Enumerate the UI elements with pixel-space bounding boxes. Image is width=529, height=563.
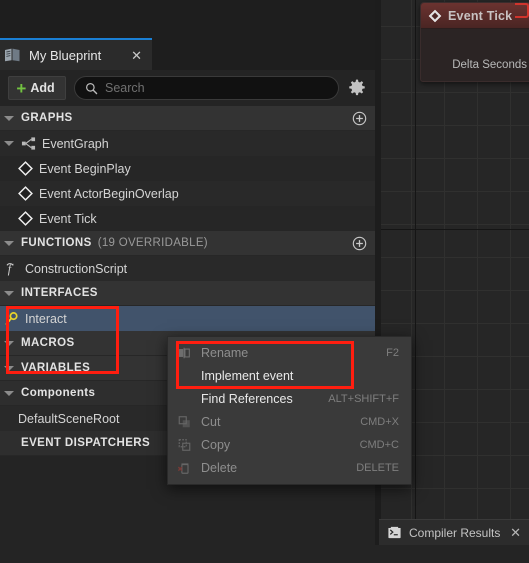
menu-item-implement-event[interactable]: Implement event [168,364,411,387]
event-tick-node-title: Event Tick [448,8,513,23]
chevron-down-icon[interactable] [4,390,14,396]
tree-item-label: DefaultSceneRoot [18,411,120,426]
menu-item-label: Delete [201,460,238,475]
section-title: GRAPHS [21,112,73,124]
chevron-down-icon[interactable] [4,365,14,371]
chevron-down-icon[interactable] [4,240,14,246]
tree-item-label: Event BeginPlay [39,161,131,176]
chevron-down-icon[interactable] [4,115,14,121]
panel-tabstrip: My Blueprint ✕ [0,38,375,70]
blueprint-editor-screen: Event Tick Delta Seconds Compiler Result… [0,0,529,563]
menu-item-label: Find References [201,391,293,406]
tree-item-label: Event Tick [39,211,97,226]
chevron-down-icon[interactable] [4,340,14,346]
add-button[interactable]: + Add [8,76,66,100]
section-subtitle: (19 OVERRIDABLE) [97,237,208,249]
search-icon [86,82,98,94]
event-diamond-icon [428,9,442,22]
add-button-label: Add [30,81,55,95]
menu-item-shortcut: DELETE [356,461,399,474]
menu-item-label: Implement event [201,368,294,383]
tree-item-label: ConstructionScript [25,261,128,276]
compiler-results-close-icon[interactable]: ✕ [510,526,521,539]
search-placeholder: Search [105,81,145,95]
menu-item-label: Cut [201,414,221,429]
copy-icon [178,438,191,451]
section-title: VARIABLES [21,362,91,374]
graph-origin-vertical-line [415,0,416,563]
rename-icon [178,347,190,358]
event-tick-node[interactable]: Event Tick Delta Seconds [420,2,529,82]
menu-item-shortcut: CMD+C [359,438,399,451]
section-header-interfaces[interactable]: INTERFACES [0,281,375,306]
menu-item-shortcut: F2 [386,346,399,359]
tree-item-label: EventGraph [42,136,109,151]
tree-item-event-beginplay[interactable]: Event BeginPlay [0,156,375,181]
menu-item-label: Rename [201,345,249,360]
blueprint-book-icon [5,48,20,62]
event-node-icon [18,211,33,226]
menu-item-copy: Copy CMD+C [168,433,411,456]
event-graph-icon [21,137,36,150]
compiler-results-body [375,545,529,563]
chevron-down-icon[interactable] [4,141,14,146]
menu-item-rename: Rename F2 [168,341,411,364]
tree-item-interact[interactable]: Interact [0,306,375,331]
tree-item-event-actorbeginoverlap[interactable]: Event ActorBeginOverlap [0,181,375,206]
event-tick-node-header: Event Tick [421,3,529,29]
function-icon: f [6,262,14,276]
graph-origin-horizontal-line [381,229,529,230]
tab-my-blueprint[interactable]: My Blueprint ✕ [0,38,152,70]
interface-icon [5,312,18,325]
menu-item-find-references[interactable]: Find References ALT+SHIFT+F [168,387,411,410]
section-title: INTERFACES [21,287,98,299]
search-input[interactable]: Search [74,76,339,100]
panel-top-strip [0,0,375,38]
menu-item-delete: Delete DELETE [168,456,411,479]
cut-icon [178,415,190,427]
tab-my-blueprint-label: My Blueprint [29,47,102,63]
tab-compiler-results[interactable]: Compiler Results ✕ [379,519,529,545]
delta-seconds-label: Delta Seconds [452,59,527,71]
event-tick-node-body: Delta Seconds [421,29,529,81]
delta-seconds-pin-row: Delta Seconds [421,59,529,71]
tree-item-constructionscript[interactable]: f ConstructionScript [0,256,375,281]
section-header-functions[interactable]: FUNCTIONS (19 OVERRIDABLE) [0,231,375,256]
section-header-graphs[interactable]: GRAPHS [0,106,375,131]
menu-item-cut: Cut CMD+X [168,410,411,433]
section-title: FUNCTIONS [21,237,92,249]
gear-icon[interactable] [347,78,367,98]
section-title: Components [21,387,96,399]
tree-item-event-tick[interactable]: Event Tick [0,206,375,231]
menu-item-shortcut: CMD+X [360,415,399,428]
event-node-icon [18,161,33,176]
menu-item-label: Copy [201,437,231,452]
chevron-down-icon[interactable] [4,290,14,296]
tree-item-eventgraph[interactable]: EventGraph [0,131,375,156]
plus-icon: + [16,78,27,98]
add-graphs-icon[interactable] [352,111,367,126]
event-node-icon [18,186,33,201]
compiler-output-icon [388,525,401,539]
interface-context-menu[interactable]: Rename F2 Implement event Find References AL… [167,336,412,485]
add-functions-icon[interactable] [352,236,367,251]
tab-close-icon[interactable]: ✕ [131,49,142,62]
panel-toolbar: + Add Search [0,70,375,106]
tree-item-label: Event ActorBeginOverlap [39,186,179,201]
section-title: EVENT DISPATCHERS [21,437,151,449]
compiler-results-label: Compiler Results [409,525,501,540]
section-title: MACROS [21,337,75,349]
delete-icon [177,462,189,474]
node-header-red-accent [515,3,529,18]
tree-item-label: Interact [25,311,67,326]
menu-item-shortcut: ALT+SHIFT+F [328,392,399,405]
